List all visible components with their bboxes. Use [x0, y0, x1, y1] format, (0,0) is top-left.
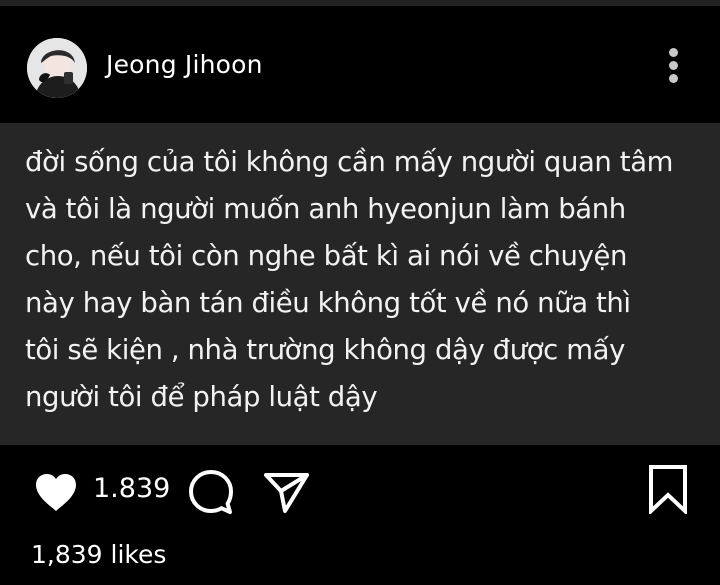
bookmark-icon[interactable] [647, 464, 689, 516]
post-content: đời sống của tôi không cần mấy người qua… [0, 123, 720, 445]
like-count[interactable]: 1.839 [93, 472, 170, 506]
post-caption: đời sống của tôi không cần mấy người qua… [25, 146, 674, 413]
comment-icon[interactable] [187, 469, 235, 515]
more-vertical-icon-dot-middle [669, 61, 678, 70]
username[interactable]: Jeong Jihoon [106, 50, 263, 80]
avatar[interactable] [27, 38, 87, 98]
avatar-photo [27, 38, 87, 98]
more-vertical-icon-dot-bottom [669, 74, 678, 83]
post-actions: 1.839 1,839 likes [0, 445, 720, 585]
more-options-button[interactable] [660, 48, 690, 84]
send-icon[interactable] [263, 471, 311, 515]
post-header: Jeong Jihoon [0, 6, 720, 123]
likes-summary[interactable]: 1,839 likes [31, 539, 166, 571]
heart-icon[interactable] [34, 473, 78, 513]
more-vertical-icon-dot-top [669, 48, 678, 57]
